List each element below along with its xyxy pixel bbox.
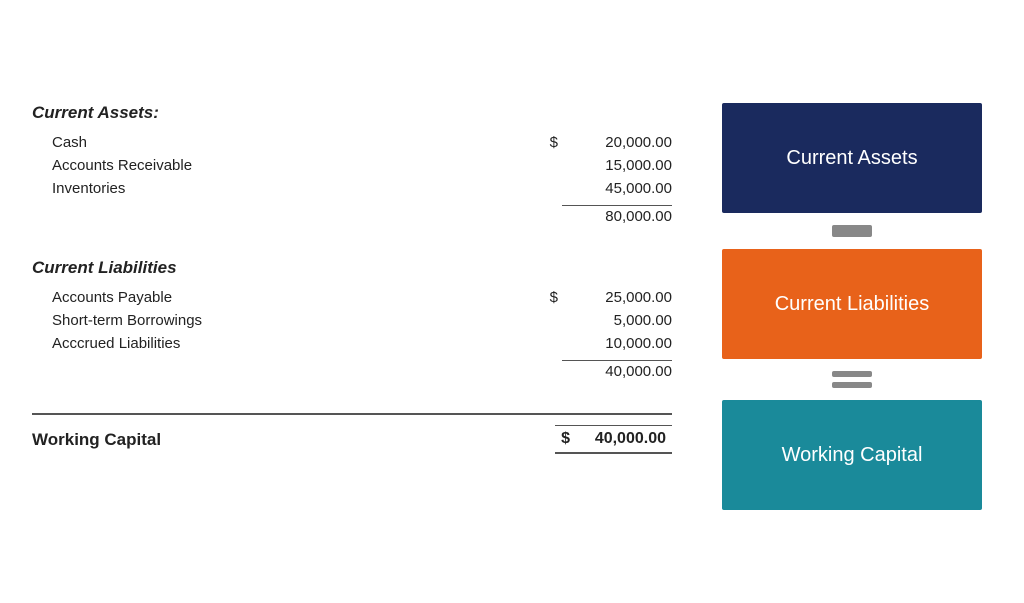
item-label: Cash [52,134,538,151]
subtotal-amount: 80,000.00 [562,205,672,225]
current-liabilities-box: Current Liabilities [722,249,982,359]
item-label: Acccrued Liabilities [52,335,538,352]
subtotal-amount: 40,000.00 [562,360,672,380]
list-item: Accounts Receivable 15,000.00 [32,154,672,177]
dollar-sign: $ [538,289,558,306]
dollar-sign: $ [538,134,558,151]
working-capital-box-label: Working Capital [782,444,923,467]
current-liabilities-box-label: Current Liabilities [775,293,930,316]
current-liabilities-title: Current Liabilities [32,258,672,278]
item-label: Inventories [52,180,538,197]
item-amount: 10,000.00 [562,335,672,352]
working-capital-row: Working Capital $ 40,000.00 [32,413,672,458]
working-capital-box: Working Capital [722,400,982,510]
left-panel: Current Assets: Cash $ 20,000.00 Account… [32,93,672,468]
working-capital-value-box: $ 40,000.00 [555,425,672,454]
connector-single [832,225,872,237]
working-capital-label: Working Capital [32,430,161,450]
item-label: Accounts Receivable [52,157,538,174]
list-item: Cash $ 20,000.00 [32,131,672,154]
current-assets-box: Current Assets [722,103,982,213]
dollar-sign [538,157,558,174]
list-item: Short-term Borrowings 5,000.00 [32,309,672,332]
dollar-sign [538,312,558,329]
list-item: Acccrued Liabilities 10,000.00 [32,332,672,355]
item-amount: 20,000.00 [562,134,672,151]
dollar-sign: $ [561,430,570,448]
current-assets-section: Current Assets: Cash $ 20,000.00 Account… [32,103,672,228]
subtotal-row: 80,000.00 [32,200,672,228]
item-amount: 45,000.00 [562,180,672,197]
item-amount: 25,000.00 [562,289,672,306]
connector-bar [832,371,872,377]
item-label: Accounts Payable [52,289,538,306]
current-assets-box-label: Current Assets [786,147,917,170]
main-container: Current Assets: Cash $ 20,000.00 Account… [32,73,992,530]
right-panel: Current Assets Current Liabilities Worki… [712,93,992,510]
working-capital-amount: 40,000.00 [576,430,666,448]
subtotal-row: 40,000.00 [32,355,672,383]
connector-bar [832,382,872,388]
list-item: Accounts Payable $ 25,000.00 [32,286,672,309]
item-amount: 15,000.00 [562,157,672,174]
current-assets-title: Current Assets: [32,103,672,123]
dollar-sign [538,180,558,197]
item-amount: 5,000.00 [562,312,672,329]
list-item: Inventories 45,000.00 [32,177,672,200]
dollar-sign [538,335,558,352]
current-liabilities-section: Current Liabilities Accounts Payable $ 2… [32,258,672,383]
item-label: Short-term Borrowings [52,312,538,329]
connector-double [832,371,872,388]
